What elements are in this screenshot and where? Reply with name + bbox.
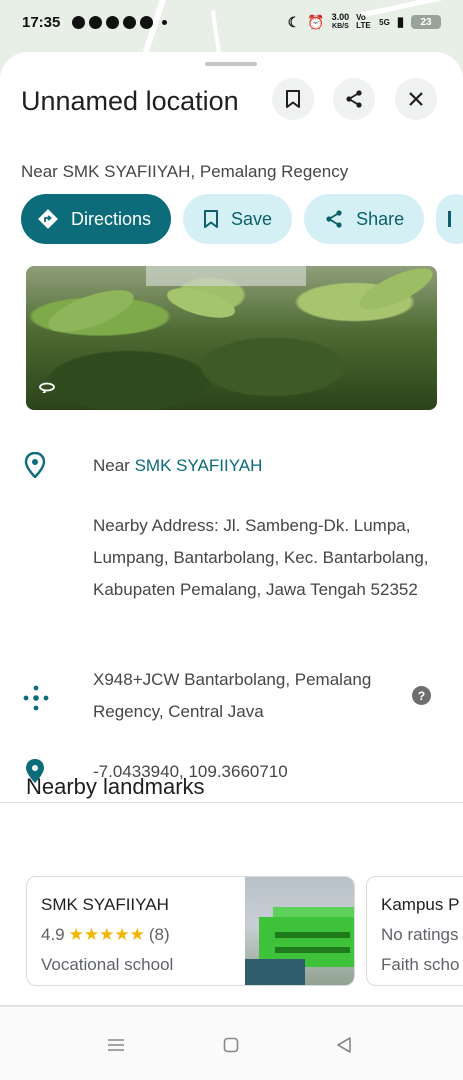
facebook-icon: [89, 15, 103, 29]
place-subtitle: Near SMK SYAFIIYAH, Pemalang Regency: [21, 162, 349, 181]
save-icon-button[interactable]: [272, 78, 314, 120]
instagram-icon: [140, 15, 154, 29]
status-bar: 17:35 ☾ ⏰ 3.00 KB/S Vo LTE 5G ▮ 23: [0, 0, 463, 44]
landmark-photo: [245, 877, 354, 985]
speed-value: 3.00: [331, 12, 350, 22]
nearby-address-text: Nearby Address: Jl. Sambeng-Dk. Lumpa, L…: [93, 516, 429, 599]
people: [245, 959, 305, 985]
photo-sky: [146, 266, 306, 286]
landmark-name: Kampus P: [381, 895, 460, 914]
share-label: Share: [356, 208, 405, 229]
place-photo[interactable]: [26, 266, 437, 410]
landmark-type: Vocational school: [41, 955, 174, 974]
close-icon: [409, 92, 423, 106]
near-prefix: Near: [93, 456, 135, 475]
save-button[interactable]: Save: [183, 194, 293, 244]
messenger-icon: [106, 15, 120, 29]
menu-icon: [108, 1039, 124, 1051]
alarm-icon: ⏰: [307, 13, 325, 30]
menu-nav-button[interactable]: [104, 1033, 128, 1057]
facebook-icon: [72, 15, 86, 29]
landmark-card[interactable]: SMK SYAFIIYAH 4.9 ★★★★★ (8) Vocational s…: [26, 876, 355, 986]
status-right: ☾ ⏰ 3.00 KB/S Vo LTE 5G ▮ 23: [288, 13, 441, 31]
landmark-type: Faith scho: [381, 955, 460, 974]
speed-unit: KB/S: [332, 23, 349, 30]
photo-leaf: [43, 281, 139, 341]
more-icon: [448, 211, 452, 227]
status-left: 17:35: [22, 13, 168, 31]
back-nav-button[interactable]: [332, 1033, 356, 1057]
home-icon: [223, 1037, 239, 1053]
directions-label: Directions: [71, 208, 152, 229]
more-notifications-icon: [162, 19, 168, 25]
bookmark-icon: [204, 210, 219, 228]
network-type: 5G: [379, 17, 390, 27]
home-nav-button[interactable]: [219, 1033, 243, 1057]
save-label: Save: [231, 208, 273, 229]
building-windows: [275, 932, 350, 938]
near-link[interactable]: SMK SYAFIIYAH: [135, 456, 263, 475]
place-sheet: Unnamed location Near SMK SYAFIIYAH, Pem…: [0, 52, 463, 1080]
status-time: 17:35: [22, 13, 61, 31]
network-speed: 3.00 KB/S: [332, 13, 350, 31]
directions-button[interactable]: Directions: [21, 194, 172, 244]
more-actions-button[interactable]: [436, 194, 463, 244]
landmark-name: SMK SYAFIIYAH: [41, 895, 169, 914]
plus-code-text: X948+JCW Bantarbolang, Pemalang Regency,…: [93, 670, 372, 721]
landmark-card[interactable]: Kampus P No ratings Faith scho: [366, 876, 463, 986]
share-icon: [326, 210, 342, 228]
near-text: Near SMK SYAFIIYAH: [93, 450, 443, 482]
photo-leaf: [354, 266, 437, 318]
landmark-rating: No ratings: [381, 925, 459, 944]
section-divider: [0, 802, 463, 803]
do-not-disturb-icon: ☾: [287, 13, 301, 30]
directions-icon: [38, 209, 58, 229]
drag-handle[interactable]: [205, 62, 257, 66]
share-button[interactable]: Share: [304, 194, 425, 244]
share-icon: [346, 90, 362, 108]
volte-label: Vo LTE: [356, 13, 371, 30]
plus-code-icon: [22, 684, 50, 717]
bookmark-icon: [286, 90, 300, 108]
close-button[interactable]: [395, 78, 437, 120]
signal-icon: ▮: [396, 14, 404, 29]
rating-count: (8): [148, 925, 170, 944]
system-nav-bar: [0, 1006, 463, 1080]
battery-level: 23: [420, 16, 432, 28]
share-icon-button[interactable]: [333, 78, 375, 120]
building-windows: [275, 947, 350, 953]
landmark-rating: 4.9 ★★★★★ (8): [41, 925, 170, 945]
chat-icon: [123, 15, 137, 29]
action-chips: Directions Save Share: [21, 194, 463, 244]
battery-icon: 23: [411, 15, 441, 29]
location-pin-icon: [24, 451, 46, 483]
photo-leaf: [164, 282, 238, 324]
place-title: Unnamed location: [21, 86, 239, 116]
rating-value: 4.9: [41, 925, 65, 944]
nearby-landmarks-title: Nearby landmarks: [26, 774, 205, 799]
rating-stars: ★★★★★: [68, 925, 145, 944]
notification-icons: [72, 15, 154, 29]
back-icon: [337, 1037, 351, 1053]
help-icon[interactable]: ?: [412, 686, 431, 705]
360-icon: [38, 380, 56, 396]
